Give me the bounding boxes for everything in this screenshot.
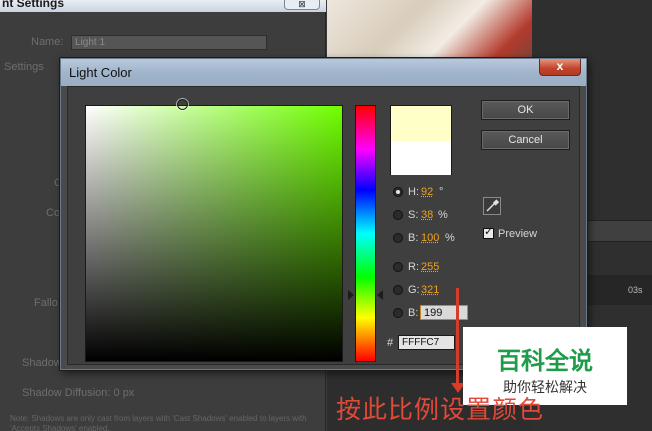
saturation-label: S: — [408, 209, 419, 221]
blue-input[interactable] — [420, 305, 468, 320]
saturation-unit: % — [438, 209, 448, 221]
settings-label: Settings — [4, 61, 44, 73]
eyedropper-icon — [486, 199, 500, 212]
brightness-value[interactable]: 100 — [421, 232, 439, 244]
hue-radio[interactable] — [393, 187, 403, 197]
hex-label: # — [387, 337, 394, 349]
time-marker-label: 03s — [628, 285, 643, 295]
saturation-value[interactable]: 38 — [421, 209, 433, 221]
saturation-brightness-field[interactable] — [85, 105, 343, 362]
eyedropper-button[interactable] — [483, 197, 501, 215]
brightness-unit: % — [445, 232, 455, 244]
light-settings-close-button[interactable]: ⊠ — [284, 0, 320, 10]
hue-label: H: — [408, 186, 419, 198]
cancel-button[interactable]: Cancel — [481, 130, 570, 150]
hue-unit: ° — [439, 186, 444, 198]
hue-value[interactable]: 92 — [421, 186, 433, 198]
annotation-text: 按此比例设置颜色 — [336, 395, 545, 424]
dialog-title: Light Color — [69, 65, 132, 80]
green-value[interactable]: 321 — [421, 284, 439, 296]
dialog-titlebar: Light Color x — [61, 59, 586, 86]
blue-label: B: — [408, 307, 419, 319]
original-color-swatch[interactable] — [391, 141, 451, 175]
dialog-close-button[interactable]: x — [539, 59, 581, 76]
blue-radio[interactable] — [393, 308, 403, 318]
light-settings-titlebar: nt Settings ⊠ — [0, 0, 326, 12]
watermark-title: 百科全说 — [497, 347, 593, 375]
red-label: R: — [408, 261, 419, 273]
brightness-label: B: — [408, 232, 419, 244]
shadow-label: Shadow — [22, 357, 62, 369]
brightness-radio[interactable] — [393, 233, 403, 243]
green-radio[interactable] — [393, 285, 403, 295]
cone-label-fragment: Co — [46, 207, 61, 219]
light-color-dialog: Light Color x OK Cancel Preview H: 92 ° … — [60, 58, 587, 370]
ok-button[interactable]: OK — [481, 100, 570, 120]
hue-slider-handle-right[interactable] — [377, 290, 383, 300]
preview-checkbox[interactable] — [483, 225, 494, 239]
hex-input[interactable] — [398, 335, 455, 350]
hue-slider[interactable] — [355, 105, 376, 362]
red-radio[interactable] — [393, 262, 403, 272]
green-label: G: — [408, 284, 420, 296]
saturation-radio[interactable] — [393, 210, 403, 220]
annotation-arrow-shaft — [456, 288, 459, 388]
red-value[interactable]: 255 — [421, 261, 439, 273]
hue-slider-handle-left[interactable] — [348, 290, 354, 300]
falloff-label-fragment: Fallo — [34, 297, 58, 309]
preview-label: Preview — [498, 228, 538, 240]
light-settings-title: nt Settings — [2, 0, 64, 10]
new-color-swatch — [391, 106, 451, 141]
shadow-note: Note: Shadows are only cast from layers … — [10, 414, 307, 431]
light-name-field[interactable]: Light 1 — [71, 35, 267, 50]
shadow-diffusion-label: Shadow Diffusion: 0 px — [22, 387, 135, 399]
color-swatch — [390, 105, 452, 175]
name-label: Name: — [31, 36, 64, 48]
color-field-cursor[interactable] — [177, 99, 188, 110]
